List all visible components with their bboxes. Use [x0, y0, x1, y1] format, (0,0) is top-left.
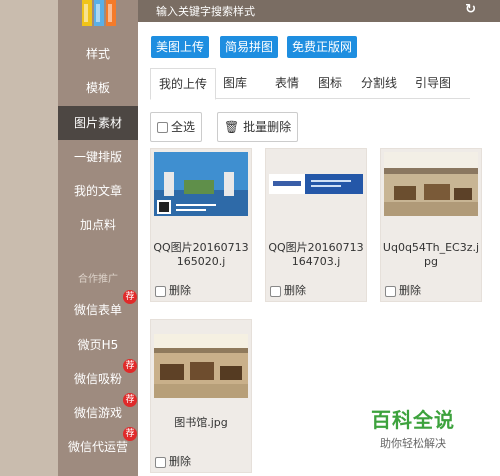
delete-label: 删除: [169, 284, 191, 297]
main-panel: 美图上传 简易拼图 免费正版网 我的上传 图库 表情 图标 分割线 引导图 全选…: [138, 22, 500, 476]
tab-dividers[interactable]: 分割线: [357, 68, 401, 98]
image-thumbnail[interactable]: [269, 152, 363, 216]
recommend-badge: 荐: [123, 427, 137, 441]
sidebar-item-one-click-layout[interactable]: 一键排版: [58, 140, 138, 174]
image-card[interactable]: 图书馆.jpg 删除: [150, 319, 252, 473]
batch-delete-button[interactable]: 🗑 批量删除: [217, 112, 299, 142]
image-card[interactable]: QQ图片20160713165020.j 删除: [150, 148, 252, 302]
batch-delete-label: 批量删除: [243, 120, 292, 134]
image-thumbnail[interactable]: [384, 152, 478, 216]
select-all-checkbox[interactable]: [157, 122, 168, 133]
recommend-badge: 荐: [123, 359, 137, 373]
image-filename: 图书馆.jpg: [174, 416, 228, 429]
simple-collage-button[interactable]: 简易拼图: [220, 36, 279, 58]
sidebar-item-style[interactable]: 样式: [58, 37, 138, 71]
meitu-upload-button[interactable]: 美图上传: [151, 36, 210, 58]
image-card[interactable]: Uq0q54Th_EC3z.jpg 删除: [380, 148, 482, 302]
delete-checkbox-row[interactable]: 删除: [155, 282, 191, 298]
delete-checkbox-row[interactable]: 删除: [155, 453, 191, 469]
image-thumbnail[interactable]: [154, 334, 248, 398]
delete-checkbox[interactable]: [385, 285, 396, 297]
image-filename: QQ图片20160713164703.j: [268, 241, 364, 268]
watermark-sub: 助你轻松解决: [380, 437, 446, 450]
delete-checkbox[interactable]: [155, 285, 166, 297]
tab-guide-images[interactable]: 引导图: [411, 68, 455, 98]
recommend-badge: 荐: [123, 393, 137, 407]
delete-checkbox[interactable]: [155, 456, 166, 468]
delete-checkbox[interactable]: [270, 285, 281, 297]
image-thumbnail[interactable]: [154, 152, 248, 216]
tab-my-uploads[interactable]: 我的上传: [150, 68, 216, 100]
delete-checkbox-row[interactable]: 删除: [270, 282, 306, 298]
refresh-icon[interactable]: ↻: [465, 2, 476, 17]
sidebar-item-h5[interactable]: 微页H5: [58, 328, 138, 362]
search-bar[interactable]: 输入关键字搜索样式 ↻: [138, 0, 500, 22]
select-all-label: 全选: [171, 120, 196, 134]
sidebar-strip: [0, 0, 58, 476]
watermark-main: 百科全说: [371, 408, 455, 432]
image-card[interactable]: QQ图片20160713164703.j 删除: [265, 148, 367, 302]
free-licensed-button[interactable]: 免费正版网: [287, 36, 358, 58]
tab-icons[interactable]: 图标: [313, 68, 347, 98]
sidebar-item-my-articles[interactable]: 我的文章: [58, 174, 138, 208]
promo-section-title: 合作推广: [78, 274, 118, 285]
trash-icon: 🗑: [224, 120, 240, 134]
recommend-badge: 荐: [123, 290, 137, 304]
tab-gallery[interactable]: 图库: [218, 68, 252, 98]
watermark: 百科全说 助你轻松解决: [358, 404, 468, 451]
tab-bar: 我的上传 图库 表情 图标 分割线 引导图: [150, 68, 470, 100]
image-filename: Uq0q54Th_EC3z.jpg: [382, 241, 480, 268]
sidebar-item-extras[interactable]: 加点料: [58, 208, 138, 242]
app-logo: [82, 0, 116, 26]
sidebar-item-image-assets[interactable]: 图片素材: [58, 106, 138, 140]
delete-checkbox-row[interactable]: 删除: [385, 282, 421, 298]
delete-label: 删除: [399, 284, 421, 297]
sidebar: 样式 模板 图片素材 一键排版 我的文章 加点料 合作推广 微信表单 荐 微页H…: [0, 0, 138, 476]
select-all-button[interactable]: 全选: [150, 112, 203, 142]
delete-label: 删除: [169, 455, 191, 468]
tab-emoji[interactable]: 表情: [270, 68, 304, 98]
search-input[interactable]: 输入关键字搜索样式: [156, 3, 255, 19]
sidebar-item-template[interactable]: 模板: [58, 71, 138, 105]
image-filename: QQ图片20160713165020.j: [153, 241, 249, 268]
delete-label: 删除: [284, 284, 306, 297]
